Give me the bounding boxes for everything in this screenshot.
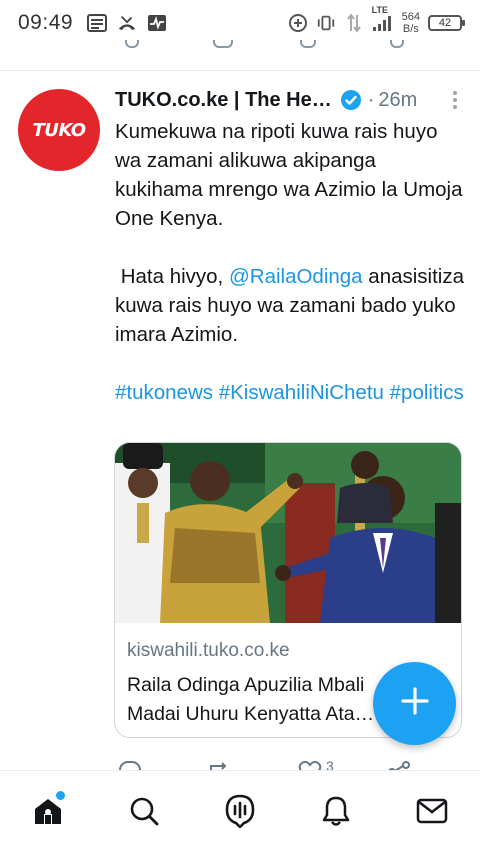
avatar[interactable]: TUKO	[18, 89, 100, 171]
card-image	[115, 443, 461, 623]
net-speed: 564 B/s	[401, 11, 420, 35]
battery-level: 42	[438, 17, 452, 29]
home-notification-dot	[56, 791, 65, 800]
avatar-logo-text: TUKO	[32, 119, 87, 141]
nav-home[interactable]	[30, 791, 66, 832]
like-icon[interactable]	[300, 40, 316, 48]
compose-tweet-button[interactable]	[373, 662, 456, 745]
nav-search[interactable]	[126, 795, 162, 831]
signal-icon: LTE	[372, 5, 394, 32]
status-time: 09:49	[18, 11, 74, 34]
tweet-divider	[0, 70, 480, 71]
tweet-header: TUKO.co.ke | The He… · 26m	[115, 87, 465, 113]
battery-icon: 42	[428, 15, 465, 31]
tweet-paragraph-2: Hata hivyo, @RailaOdinga anasisitiza kuw…	[115, 265, 465, 346]
previous-tweet-actions	[0, 40, 480, 54]
plus-icon	[400, 686, 430, 721]
data-saver-icon	[288, 13, 308, 33]
message-icon	[87, 13, 108, 33]
tweet-time[interactable]: 26m	[378, 89, 417, 112]
reply-icon[interactable]	[125, 40, 139, 48]
tweet-text: Kumekuwa na ripoti kuwa rais huyo wa zam…	[115, 117, 465, 407]
bottom-navigation	[0, 770, 480, 854]
share-icon[interactable]	[390, 40, 404, 48]
retweet-icon[interactable]	[213, 40, 233, 48]
hashtag-link[interactable]: #tukonews	[115, 381, 213, 404]
tweet-hashtags: #tukonews #KiswahiliNiChetu #politics	[115, 378, 465, 407]
verified-badge-icon	[340, 89, 362, 111]
card-domain: kiswahili.tuko.co.ke	[127, 640, 290, 661]
missed-call-icon	[117, 13, 137, 33]
messages-icon	[416, 797, 448, 830]
data-arrows-icon	[344, 13, 364, 33]
nav-spaces[interactable]	[222, 794, 258, 833]
notifications-icon	[320, 795, 352, 832]
search-icon	[128, 795, 160, 832]
nav-messages[interactable]	[414, 795, 450, 831]
spaces-icon	[224, 794, 256, 833]
network-type: LTE	[371, 5, 388, 15]
home-icon	[32, 795, 64, 832]
separator: ·	[367, 88, 375, 111]
hashtag-link[interactable]: #politics	[390, 381, 464, 404]
nav-notifications[interactable]	[318, 795, 354, 831]
tweet-paragraph-1: Kumekuwa na ripoti kuwa rais huyo wa zam…	[115, 120, 463, 230]
hashtag-link[interactable]: #KiswahiliNiChetu	[219, 381, 384, 404]
vibrate-icon	[316, 13, 336, 33]
activity-icon	[147, 13, 167, 33]
author-name[interactable]: TUKO.co.ke | The He…	[115, 89, 332, 112]
more-options-icon[interactable]	[445, 88, 465, 112]
mention-link[interactable]: @RailaOdinga	[229, 265, 363, 288]
